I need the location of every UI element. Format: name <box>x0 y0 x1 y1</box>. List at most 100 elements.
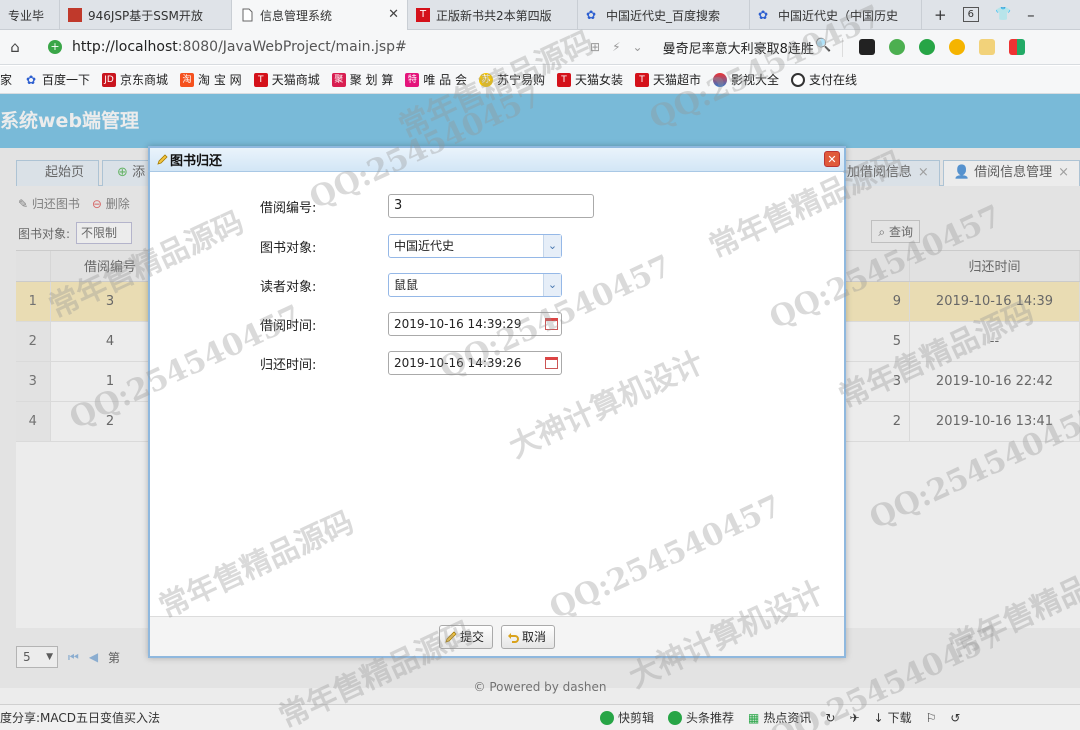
bookmark-item[interactable]: 聚聚 划 算 <box>331 71 393 88</box>
shirt-icon[interactable]: 👕 <box>995 7 1011 22</box>
lightning-icon[interactable]: ⚡ <box>612 40 620 54</box>
browser-tab[interactable]: T 正版新书共2本第四版 <box>408 0 578 30</box>
chevron-down-icon[interactable]: ⌄ <box>543 274 561 296</box>
close-tab-icon[interactable]: ✕ <box>388 7 399 22</box>
bookmark-label: 苏宁易购 <box>496 73 545 87</box>
bookmark-item[interactable]: 特唯 品 会 <box>405 71 467 88</box>
bookmark-item[interactable]: 淘淘 宝 网 <box>180 71 242 88</box>
download-icon: ↓ <box>873 710 884 725</box>
status-item[interactable]: 头条推荐 <box>668 709 734 726</box>
select-value: 鼠鼠 <box>394 278 419 292</box>
status-label: 头条推荐 <box>686 711 735 725</box>
browser-tab[interactable]: 946JSP基于SSM开放 <box>60 0 232 30</box>
search-box[interactable]: 曼奇尼率意大利豪取8连胜 🔍 <box>663 37 843 57</box>
field-label: 借阅时间: <box>260 318 317 334</box>
date-value: 2019-10-16 14:39:26 <box>394 356 522 370</box>
url-path: :8080/JavaWebProject/main.jsp# <box>177 39 407 55</box>
window-icon[interactable]: ⚐ <box>926 711 937 725</box>
status-item[interactable]: ▦ 热点资讯 <box>748 709 811 726</box>
bookmark-item[interactable]: 影视大全 <box>713 71 779 88</box>
form-row-borrow-time: 借阅时间: 2019-10-16 14:39:29 <box>260 312 562 336</box>
bookmark-item[interactable]: JD 京东商城 <box>102 71 168 88</box>
tab-count-badge[interactable]: 6 <box>962 7 979 22</box>
home-icon[interactable]: ⌂ <box>0 38 30 56</box>
apps-icon[interactable] <box>1008 39 1025 55</box>
bookmark-item[interactable]: T 天猫女装 <box>557 71 623 88</box>
bookmark-label: 京东商城 <box>120 73 169 87</box>
dialog-footer: 提交 取消 <box>150 616 844 656</box>
book-select[interactable]: 中国近代史 ⌄ <box>388 234 562 258</box>
form-row-return-time: 归还时间: 2019-10-16 14:39:26 <box>260 351 562 375</box>
field-label: 借阅编号: <box>260 200 317 216</box>
bookmark-item[interactable]: 家 <box>0 71 12 88</box>
bookmark-label: 淘 宝 网 <box>198 73 242 87</box>
close-icon[interactable]: ✕ <box>824 151 840 167</box>
edit-icon <box>156 153 168 166</box>
sync-icon[interactable]: ↺ <box>950 711 960 725</box>
browser-tab[interactable]: ✿ 中国近代史_百度搜索 <box>578 0 750 30</box>
tab-strip-tools: + 6 👕 – <box>922 0 1035 29</box>
pay-icon <box>791 72 806 87</box>
minimize-icon[interactable]: – <box>1027 6 1035 24</box>
bookmark-item[interactable]: 苏苏宁易购 <box>478 71 545 88</box>
play-icon <box>668 710 683 725</box>
status-label: 下载 <box>887 711 912 725</box>
cancel-button[interactable]: 取消 <box>501 624 556 649</box>
baidu-paw-icon: ✿ <box>25 72 37 87</box>
submit-button[interactable]: 提交 <box>438 624 493 649</box>
borrow-time-field[interactable]: 2019-10-16 14:39:29 <box>388 312 562 336</box>
status-news[interactable]: 度分享:MACD五日变值买入法 <box>0 709 160 726</box>
form-row-borrow-id: 借阅编号: 3 <box>260 194 594 218</box>
field-label: 图书对象: <box>260 240 317 256</box>
dialog-title: 图书归还 <box>170 154 223 169</box>
edit-icon <box>444 630 458 644</box>
juhuasuan-icon: 聚 <box>331 72 346 87</box>
calendar-icon[interactable] <box>541 352 561 374</box>
scissors-icon[interactable] <box>888 39 905 55</box>
play-icon <box>600 710 615 725</box>
browser-tab[interactable]: ✿ 中国近代史（中国历史 <box>750 0 922 30</box>
video-icon <box>713 72 728 87</box>
translate-icon[interactable] <box>918 39 935 55</box>
field-label: 归还时间: <box>260 357 317 373</box>
select-value: 中国近代史 <box>394 239 455 253</box>
refresh-icon[interactable]: ↻ <box>825 711 835 725</box>
search-icon[interactable]: 🔍 <box>815 38 831 57</box>
browser-tab[interactable]: 专业毕 <box>0 0 60 30</box>
undo-icon <box>506 630 520 644</box>
bookmark-label: 百度一下 <box>42 73 91 87</box>
browser-tab-strip: 专业毕 946JSP基于SSM开放 信息管理系统 ✕ T 正版新书共2本第四版 … <box>0 0 1080 30</box>
bookmark-item[interactable]: ✿ 百度一下 <box>24 71 90 88</box>
field-label: 读者对象: <box>260 279 317 295</box>
bookmark-item[interactable]: 支付在线 <box>791 71 857 88</box>
grid-icon[interactable]: ⊞ <box>590 40 600 54</box>
borrow-id-field[interactable]: 3 <box>388 194 594 218</box>
browser-tab-active[interactable]: 信息管理系统 ✕ <box>232 0 408 30</box>
tab-label: 信息管理系统 <box>260 8 333 23</box>
chevron-down-icon[interactable]: ⌄ <box>543 235 561 257</box>
calendar-icon[interactable] <box>541 313 561 335</box>
bookmark-item[interactable]: T 天猫商城 <box>253 71 320 88</box>
coin-icon[interactable] <box>948 39 965 55</box>
mail-icon[interactable] <box>978 39 995 55</box>
chevron-down-icon[interactable]: ⌄ <box>633 40 643 54</box>
tmall-icon: T <box>416 8 430 22</box>
reader-select[interactable]: 鼠鼠 ⌄ <box>388 273 562 297</box>
pin-icon[interactable]: ✈ <box>849 711 859 725</box>
new-tab-icon[interactable]: + <box>934 6 947 24</box>
url-field[interactable]: + http://localhost:8080/JavaWebProject/m… <box>30 39 590 55</box>
document-icon <box>240 8 254 22</box>
bookmarks-bar: 家 ✿ 百度一下 JD 京东商城 淘淘 宝 网 T 天猫商城 聚聚 划 算 特唯 品 … <box>0 66 1080 94</box>
status-item[interactable]: 快剪辑 <box>600 709 654 726</box>
tmall-icon: T <box>557 72 571 87</box>
return-time-field[interactable]: 2019-10-16 14:39:26 <box>388 351 562 375</box>
page-favicon-icon <box>68 8 82 22</box>
bookmark-label: 家 <box>0 73 13 87</box>
url-host: http://localhost <box>72 39 178 55</box>
game-controller-icon[interactable] <box>858 39 875 55</box>
tab-label: 中国近代史（中国历史 <box>778 8 899 23</box>
status-label: 热点资讯 <box>763 711 812 725</box>
address-tools: ⊞ ⚡ ⌄ <box>590 40 643 54</box>
bookmark-item[interactable]: T 天猫超市 <box>635 71 701 88</box>
download-item[interactable]: ↓ 下载 <box>874 709 912 726</box>
